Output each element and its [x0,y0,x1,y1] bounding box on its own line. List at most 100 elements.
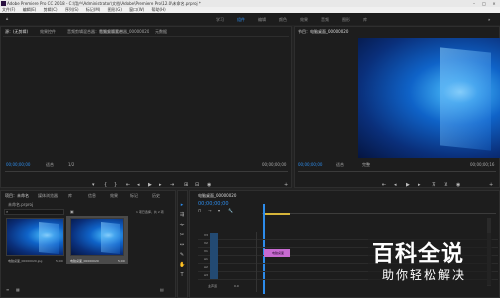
tab-info[interactable]: 信息 [88,193,96,199]
program-step-back-icon[interactable]: ◂ [394,182,397,188]
track-name[interactable]: V1 [204,249,208,253]
program-fit[interactable]: 适合 [336,162,344,168]
extract-icon[interactable]: ⊻ [444,182,448,188]
marker-icon[interactable]: ▾ [92,182,95,188]
maximize-button[interactable]: □ [480,0,488,7]
workspace-editing[interactable]: 编辑 [258,17,266,23]
track-name[interactable]: A2 [204,265,208,269]
overwrite-icon[interactable]: ⊟ [195,182,199,188]
timeline-clip-label: 电脑桌面 [272,251,285,255]
source-page: 1/2 [68,162,75,167]
tab-project[interactable]: 项目：未命名 [5,193,29,199]
tab-audio-clip-mixer-2[interactable]: 音频剪辑混合器_00000020 [99,29,149,35]
timeline-tab[interactable]: 电脑桌面_00000020 [198,193,236,199]
program-add-button-icon[interactable]: + [489,182,493,188]
project-item-duration: 5;00 [56,259,63,263]
program-timecode-left[interactable]: 00;00;00;00 [298,162,322,167]
tab-markers[interactable]: 标记 [130,193,138,199]
project-item-label: 电脑桌面_00000020.jpg [8,259,43,263]
program-export-frame-icon[interactable]: ◉ [456,182,460,188]
workspace-color[interactable]: 颜色 [279,17,287,23]
lift-icon[interactable]: ⊼ [432,182,436,188]
workspace-libraries[interactable]: 库 [363,17,367,23]
step-forward-icon[interactable]: ▸ [159,182,162,188]
program-step-forward-icon[interactable]: ▸ [418,182,421,188]
search-icon: ⌕ [6,209,9,214]
program-go-to-in-icon[interactable]: ⇤ [382,182,386,188]
new-item-icon[interactable]: ▤ [160,287,164,292]
workspace-learn[interactable]: 学习 [216,17,224,23]
program-scrub-bar[interactable] [298,171,496,172]
linked-selection-icon[interactable]: ⊸ [208,208,211,213]
type-tool-icon[interactable]: T [179,272,185,278]
project-item-thumbnail[interactable] [6,218,64,256]
master-track-value[interactable]: 0.0 [234,284,239,288]
watermark-subtitle: 助你轻松解决 [382,268,467,282]
source-fit[interactable]: 适合 [46,162,54,168]
step-back-icon[interactable]: ◂ [137,182,140,188]
more-workspaces-icon[interactable]: » [488,17,490,22]
go-to-in-icon[interactable]: ⇤ [126,182,130,188]
new-bin-icon[interactable]: ▣ [70,209,74,214]
play-icon[interactable]: ▶ [148,182,152,188]
program-timecode-right: 00;00;00;16 [470,162,495,167]
track-name[interactable]: A3 [204,273,208,277]
out-point-icon[interactable]: } [114,182,117,188]
workspace-effects[interactable]: 效果 [300,17,308,23]
home-icon[interactable]: ⌂ [6,16,9,21]
list-view-icon[interactable]: ≡ [6,287,9,292]
hand-tool-icon[interactable]: ✋ [179,262,185,268]
add-marker-icon[interactable]: ▾ [218,208,220,213]
pen-tool-icon[interactable]: ✎ [179,252,185,258]
source-panel [0,26,292,188]
snap-icon[interactable]: ⊓ [198,208,201,213]
panel-divider [3,36,289,37]
close-button[interactable]: × [490,0,498,7]
project-file-name: 未命名.prproj [8,202,34,207]
track-name[interactable]: A1 [204,257,208,261]
track-name[interactable]: V3 [204,233,208,237]
selection-tool-icon[interactable]: ▸ [179,202,185,208]
source-timecode-left[interactable]: 00;00;00;00 [6,162,30,167]
track-name[interactable]: V2 [204,241,208,245]
go-to-out-icon[interactable]: ⇥ [170,182,174,188]
workspace-graphics[interactable]: 图形 [342,17,350,23]
in-point-icon[interactable]: { [104,182,107,188]
watermark-title: 百科全说 [372,242,465,267]
razor-tool-icon[interactable]: ✂ [179,232,185,238]
project-sequence-duration: 5;00 [118,259,125,263]
tab-metadata[interactable]: 元数据 [155,29,167,35]
tab-media-browser[interactable]: 媒体浏览器 [38,193,58,199]
project-sequence-thumbnail[interactable] [70,218,124,256]
project-sequence-label: 电脑桌面_00000020 [70,259,99,263]
tab-effects[interactable]: 效果 [110,193,118,199]
minimize-button[interactable]: – [470,0,478,7]
time-ruler[interactable] [262,208,496,214]
track-select-tool-icon[interactable]: ⇶ [179,212,185,218]
wrench-icon[interactable]: 🔧 [228,208,233,213]
track-header-divider [256,232,257,292]
tab-source[interactable]: 源：(无剪辑) [5,29,28,35]
timeline-timecode[interactable]: 00;00;00;00 [198,201,229,207]
tab-libraries[interactable]: 库 [68,193,72,199]
workspace-audio[interactable]: 音频 [321,17,329,23]
slip-tool-icon[interactable]: ↔ [179,242,185,248]
icon-view-icon[interactable]: ▦ [16,287,20,292]
program-page[interactable]: 完整 [362,162,370,168]
window-titlebar: Adobe Premiere Pro CC 2018 - C:\用户\Admin… [0,0,500,7]
ripple-edit-tool-icon[interactable]: ⟛ [179,222,185,228]
add-button-icon[interactable]: + [284,182,288,188]
tab-history[interactable]: 历史 [152,193,160,199]
workspace-assembly[interactable]: 组件 [237,17,245,23]
track-target-column[interactable] [210,233,218,279]
program-title[interactable]: 节目：电脑桌面_00000020 [298,29,348,35]
work-area-bar[interactable] [264,213,290,215]
program-preview-image [358,38,500,158]
program-play-icon[interactable]: ▶ [406,182,410,188]
source-scrub-bar[interactable] [5,171,288,172]
premiere-logo-icon [1,1,6,6]
insert-icon[interactable]: ⊞ [184,182,188,188]
project-search-input[interactable] [4,209,64,215]
tab-effect-controls[interactable]: 效果控件 [40,29,56,35]
export-frame-icon[interactable]: ◉ [207,182,211,188]
